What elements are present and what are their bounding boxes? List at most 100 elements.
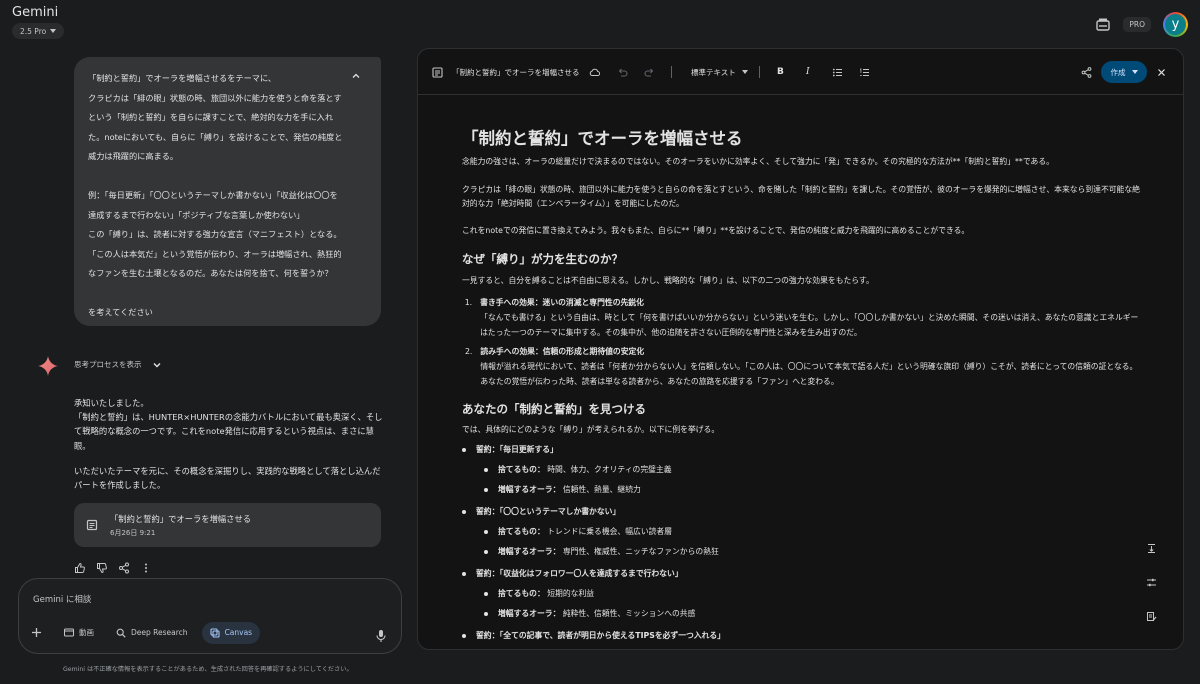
gemini-spark-icon bbox=[38, 356, 58, 376]
doc-heading-2: なぜ「縛り」が力を生むのか？ bbox=[462, 252, 623, 266]
avatar[interactable]: y bbox=[1163, 12, 1188, 37]
vow-sub-value: 純粋性、信頼性、ミッションへの共感 bbox=[562, 609, 696, 618]
app-title[interactable]: Gemini bbox=[12, 5, 58, 20]
vow-discard: 捨てるもの： 時間、体力、クオリティの完璧主義 bbox=[484, 463, 1140, 477]
canvas-doc-card[interactable]: 「制約と誓約」でオーラを増幅させる 6月26日 9:21 bbox=[74, 503, 381, 547]
canvas-side-tools bbox=[1140, 539, 1162, 625]
bullet-list-button[interactable] bbox=[832, 49, 843, 95]
vow-item: 誓約：「収益化はフォロワー〇人を達成するまで行わない」 bbox=[462, 567, 1140, 581]
video-tool-label: 動画 bbox=[79, 628, 94, 637]
doc-paragraph: クラピカは「緋の眼」状態の時、旅団以外に能力を使うと自らの命を落とすという、命を… bbox=[462, 184, 1140, 209]
doc-icon-wrap bbox=[432, 49, 443, 95]
response-paragraph: いただいたテーマを元に、その概念を深掘りし、実践的な戦略として落とし込んだパート… bbox=[74, 465, 381, 491]
vow-sub-label: 捨てるもの： bbox=[498, 589, 545, 598]
canvas-title[interactable]: 「制約と誓約」でオーラを増幅させる bbox=[452, 49, 580, 95]
disclaimer: Gemini は不正確な情報を表示することがあるため、生成された回答を再確認する… bbox=[63, 666, 353, 673]
adjust-button[interactable] bbox=[1140, 573, 1162, 591]
vow-title: 誓約：「毎日更新する」 bbox=[476, 445, 558, 454]
vow-sub-value: 短期的な利益 bbox=[547, 589, 595, 598]
bullet-icon bbox=[462, 448, 466, 452]
create-label: 作成 bbox=[1110, 67, 1126, 77]
plus-icon[interactable] bbox=[31, 627, 42, 638]
vow-title: 誓約：「〇〇というテーマしか書かない」 bbox=[476, 507, 621, 516]
canvas-icon bbox=[210, 627, 220, 638]
vow-gain: 増幅するオーラ： 信頼性、熱量、継続力 bbox=[484, 483, 1140, 497]
vow-sub-value: 時間、体力、クオリティの完璧主義 bbox=[547, 465, 672, 474]
vow-discard: 捨てるもの： 短期的な利益 bbox=[484, 587, 1140, 601]
undo-button[interactable] bbox=[617, 49, 628, 95]
chevron-down-icon bbox=[741, 70, 748, 74]
show-thinking-toggle[interactable]: 思考プロセスを表示 bbox=[74, 359, 162, 370]
vow-sub-label: 捨てるもの： bbox=[498, 465, 545, 474]
thumbs-down-icon[interactable] bbox=[96, 562, 108, 574]
italic-button[interactable]: I bbox=[806, 49, 810, 95]
thumbs-up-icon[interactable] bbox=[74, 562, 86, 574]
vow-gain: 増幅するオーラ： 純粋性、信頼性、ミッションへの共感 bbox=[484, 607, 1140, 621]
canvas-tool-button[interactable]: Canvas bbox=[201, 621, 261, 644]
video-icon bbox=[64, 628, 74, 637]
document-icon bbox=[86, 519, 98, 531]
list-number: 2. bbox=[464, 346, 473, 356]
top-actions: PRO y bbox=[1095, 12, 1188, 37]
redo-button[interactable] bbox=[644, 49, 655, 95]
vow-gain: 増幅するオーラ： 専門性、権威性、ニッチなファンからの熱狂 bbox=[484, 545, 1140, 559]
numbered-list-button[interactable] bbox=[859, 49, 870, 95]
share-icon[interactable] bbox=[118, 562, 130, 574]
document-icon bbox=[432, 66, 443, 78]
italic-icon: I bbox=[806, 67, 810, 77]
microphone-icon[interactable] bbox=[375, 629, 387, 643]
share-icon bbox=[1081, 66, 1092, 78]
vow-item: 誓約：「毎日更新する」 bbox=[462, 443, 1140, 457]
canvas-toolbar: 「制約と誓約」でオーラを増幅させる 標準テキスト B I 作成 bbox=[418, 49, 1183, 95]
prompt-input-box[interactable]: Gemini に相談 動画 Deep Research Canvas bbox=[18, 578, 402, 654]
vow-sub-value: トレンドに乗る機会、幅広い読者層 bbox=[547, 527, 673, 536]
toolbar-divider bbox=[759, 66, 760, 78]
vow-discard: 捨てるもの： 自由な構成、ただの感想文 bbox=[484, 649, 1140, 650]
chevron-down-icon bbox=[153, 362, 160, 367]
create-button[interactable]: 作成 bbox=[1101, 61, 1147, 83]
cloud-done-icon bbox=[589, 68, 600, 76]
close-canvas-button[interactable] bbox=[1156, 49, 1167, 95]
canvas-document[interactable]: 「制約と誓約」でオーラを増幅させる 念能力の強さは、オーラの総量だけで決まるので… bbox=[462, 105, 1140, 650]
cloud-save-icon-wrap[interactable] bbox=[589, 49, 600, 95]
edit-length-button[interactable] bbox=[1140, 539, 1162, 557]
undo-icon bbox=[618, 68, 628, 77]
bulleted-list-icon bbox=[832, 68, 842, 76]
deep-research-button[interactable]: Deep Research bbox=[108, 622, 196, 644]
bullet-icon bbox=[484, 488, 488, 492]
text-style-select[interactable]: 標準テキスト bbox=[691, 49, 748, 95]
vow-sub-label: 増幅するオーラ： bbox=[498, 609, 561, 618]
doc-heading-2: あなたの「制約と誓約」を見つける bbox=[462, 401, 646, 416]
share-screen-icon[interactable] bbox=[1095, 17, 1111, 33]
more-vert-icon[interactable] bbox=[140, 562, 152, 574]
vow-sub-label: 捨てるもの： bbox=[498, 527, 545, 536]
model-selector[interactable]: 2.5 Pro bbox=[12, 23, 65, 39]
prompt-input[interactable]: Gemini に相談 bbox=[33, 593, 91, 605]
chevron-up-icon[interactable] bbox=[351, 71, 361, 81]
bullet-icon bbox=[462, 572, 466, 576]
user-message-paragraph: を考えてください bbox=[88, 306, 153, 317]
doc-heading-1: 「制約と誓約」でオーラを増幅させる bbox=[462, 129, 743, 148]
vow-title: 誓約：「収益化はフォロワー〇人を達成するまで行わない」 bbox=[476, 569, 683, 578]
share-button[interactable] bbox=[1081, 49, 1092, 95]
bullet-icon bbox=[484, 550, 488, 554]
bold-button[interactable]: B bbox=[777, 49, 784, 95]
video-tool-button[interactable]: 動画 bbox=[56, 621, 102, 644]
numbered-item: 2. 読み手への効果：信頼の形成と期待値の安定化 情報が溢れる現代において、読者… bbox=[462, 344, 1140, 389]
tune-icon bbox=[1146, 578, 1156, 586]
numbered-item-title: 読み手への効果：信頼の形成と期待値の安定化 bbox=[480, 346, 645, 356]
vow-title: 誓約：「全ての記事で、読者が明日から使えるTIPSを必ず一つ入れる」 bbox=[476, 631, 726, 640]
numbered-item: 1. 書き手への効果：迷いの消滅と専門性の先鋭化 「なんでも書ける」という自由は… bbox=[462, 295, 1140, 340]
bold-icon: B bbox=[777, 67, 784, 77]
toolbar-divider bbox=[671, 66, 672, 78]
user-message-paragraph: 「制約と誓約」でオーラを増幅させるをテーマに、 クラピカは「緋の眼」状態の時、旅… bbox=[88, 73, 343, 162]
doc-card-title: 「制約と誓約」でオーラを増幅させる bbox=[110, 513, 252, 524]
user-message: 「制約と誓約」でオーラを増幅させるをテーマに、 クラピカは「緋の眼」状態の時、旅… bbox=[74, 57, 381, 326]
bullet-icon bbox=[462, 634, 466, 638]
suggest-edits-button[interactable] bbox=[1140, 607, 1162, 625]
doc-paragraph: 一見すると、自分を縛ることは不自由に思える。しかし、戦略的な「縛り」は、以下の二… bbox=[462, 276, 874, 285]
text-style-value: 標準テキスト bbox=[691, 67, 736, 77]
research-icon bbox=[116, 628, 126, 638]
bullet-icon bbox=[462, 510, 466, 514]
model-name: 2.5 Pro bbox=[20, 26, 47, 36]
